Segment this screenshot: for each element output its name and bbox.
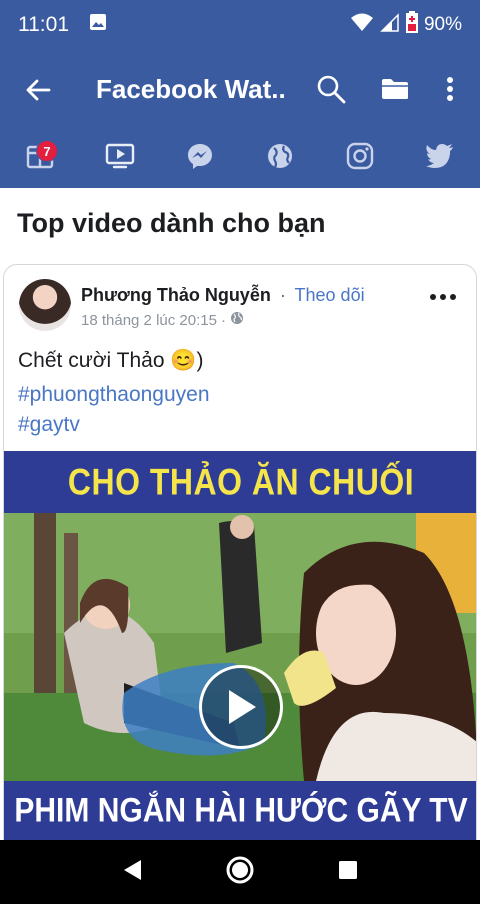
twitter-icon bbox=[425, 143, 455, 174]
avatar[interactable] bbox=[19, 279, 71, 331]
dot-3 bbox=[450, 294, 456, 300]
system-nav-bar bbox=[0, 840, 480, 904]
section-title: Top video dành cho bạn bbox=[17, 208, 326, 238]
tab-watch[interactable] bbox=[80, 128, 160, 188]
watch-icon bbox=[105, 142, 135, 175]
tab-bar: 7 bbox=[0, 128, 480, 188]
video-top-banner: CHO THẢO ĂN CHUỐI bbox=[4, 451, 476, 513]
globe-icon bbox=[266, 142, 294, 175]
tab-instagram[interactable] bbox=[320, 128, 400, 188]
video-thumbnail bbox=[4, 513, 476, 781]
status-bar: 11:01 90% bbox=[0, 0, 480, 50]
author-line: Phương Thảo Nguyễn · Theo dõi bbox=[81, 285, 365, 306]
tab-messenger[interactable] bbox=[160, 128, 240, 188]
tab-twitter[interactable] bbox=[400, 128, 480, 188]
dot-1 bbox=[430, 294, 436, 300]
wifi-icon bbox=[350, 12, 374, 38]
meta-separator: · bbox=[220, 311, 226, 329]
video-top-caption: CHO THẢO ĂN CHUỐI bbox=[67, 460, 415, 503]
signal-icon bbox=[380, 12, 400, 38]
battery-level: 90% bbox=[423, 14, 462, 35]
dot-2 bbox=[440, 294, 446, 300]
folder-icon[interactable] bbox=[376, 70, 414, 108]
post-more-button[interactable] bbox=[426, 287, 460, 307]
search-icon[interactable] bbox=[312, 70, 350, 108]
video-bottom-banner: PHIM NGẮN HÀI HƯỚC GÃY TV bbox=[4, 781, 476, 840]
tab-news-feed[interactable]: 7 bbox=[0, 128, 80, 188]
instagram-icon bbox=[346, 142, 374, 175]
play-button[interactable] bbox=[199, 665, 283, 749]
author-name[interactable]: Phương Thảo Nguyễn bbox=[81, 285, 271, 305]
play-icon bbox=[229, 690, 256, 724]
more-vertical-icon[interactable] bbox=[436, 70, 464, 108]
hashtag-1[interactable]: #phuongthaonguyen bbox=[18, 383, 210, 407]
globe-privacy-icon bbox=[230, 311, 244, 329]
tab-globe[interactable] bbox=[240, 128, 320, 188]
recents-square-icon[interactable] bbox=[337, 859, 359, 886]
post-text: Chết cười Thảo 😊) bbox=[18, 349, 204, 372]
post-timestamp[interactable]: 18 tháng 2 lúc 20:15 bbox=[81, 312, 217, 329]
battery-icon bbox=[405, 11, 418, 39]
app-title: Facebook Wat... bbox=[96, 73, 286, 104]
image-icon bbox=[89, 13, 107, 37]
app-bar: Facebook Wat... bbox=[0, 50, 480, 128]
author-separator: · bbox=[279, 285, 286, 305]
video-bottom-caption: PHIM NGẮN HÀI HƯỚC GÃY TV bbox=[14, 791, 468, 830]
video-player[interactable]: CHO THẢO ĂN CHUỐI PHIM NGẮN HÀI HƯỚC GÃY… bbox=[4, 451, 476, 840]
home-circle-icon[interactable] bbox=[225, 855, 255, 890]
back-triangle-icon[interactable] bbox=[121, 858, 143, 887]
messenger-icon bbox=[186, 142, 214, 175]
status-time: 11:01 bbox=[18, 13, 69, 36]
post-card: Phương Thảo Nguyễn · Theo dõi 18 tháng 2… bbox=[3, 264, 477, 840]
post-meta: 18 tháng 2 lúc 20:15 · bbox=[81, 311, 244, 329]
hashtag-2[interactable]: #gaytv bbox=[18, 413, 80, 437]
feed: Top video dành cho bạn Phương Thảo Nguyễ… bbox=[0, 188, 480, 840]
notification-badge: 7 bbox=[36, 140, 58, 162]
back-arrow-icon[interactable] bbox=[20, 72, 56, 108]
follow-link[interactable]: Theo dõi bbox=[295, 285, 365, 305]
